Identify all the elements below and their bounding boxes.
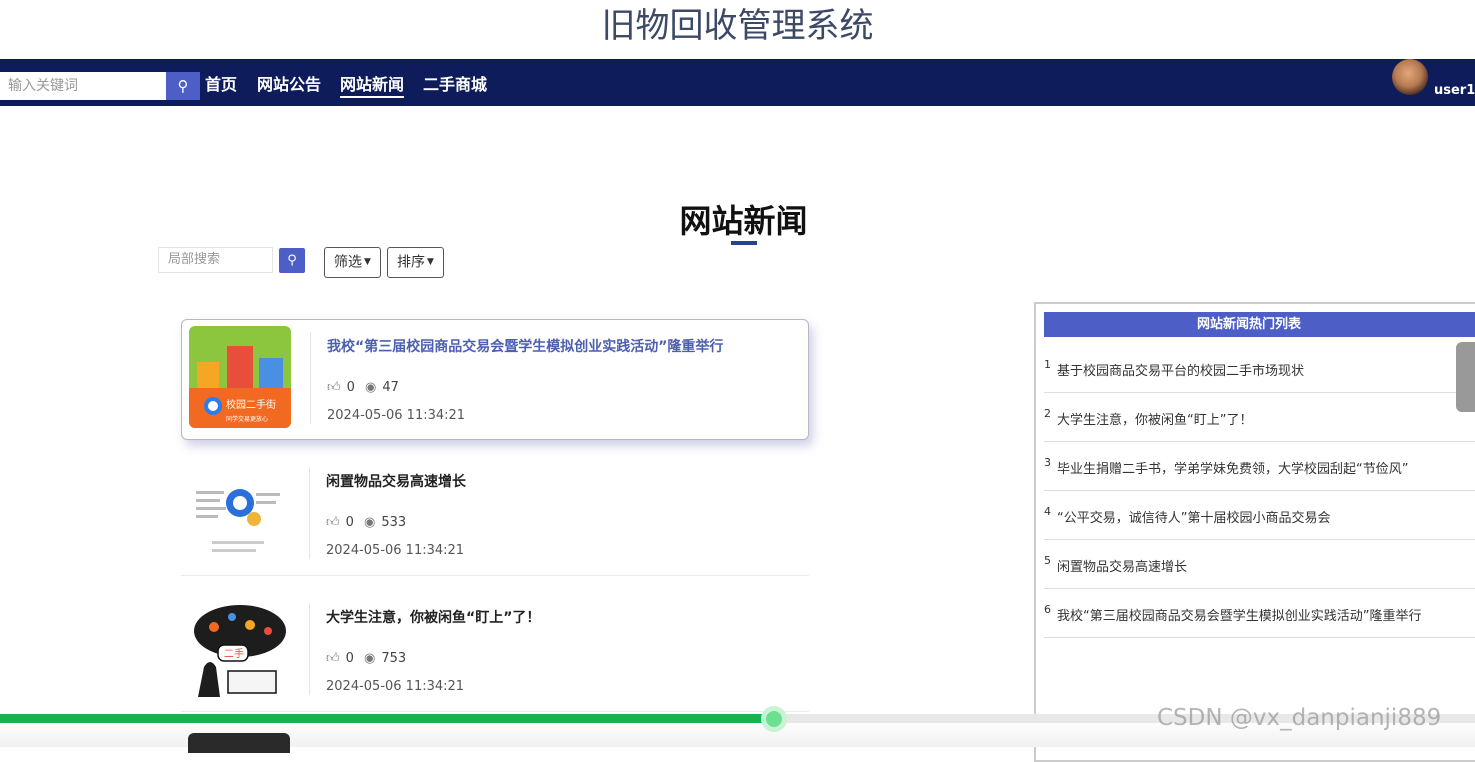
news-thumbnail-partial: [188, 733, 290, 753]
news-date: 2024-05-06 11:34:21: [326, 543, 465, 558]
eye-icon: ◉: [364, 515, 376, 530]
hot-rank: 5: [1044, 554, 1051, 567]
local-search-input[interactable]: 局部搜索: [158, 247, 273, 273]
news-thumbnail[interactable]: 校园二手街 同学交易更放心: [189, 326, 291, 428]
video-progress-handle[interactable]: [761, 706, 787, 732]
like-count: 0: [346, 380, 355, 395]
hot-news-item[interactable]: 2 大学生注意，你被闲鱼“盯上”了！: [1044, 393, 1475, 442]
news-title[interactable]: 闲置物品交易高速增长: [326, 471, 466, 491]
sort-label: 排序: [397, 254, 425, 271]
hot-news-item[interactable]: 6 我校“第三届校园商品交易会暨学生模拟创业实践活动”隆重举行: [1044, 589, 1475, 638]
news-title[interactable]: 我校“第三届校园商品交易会暨学生模拟创业实践活动”隆重举行: [327, 336, 723, 356]
news-card[interactable]: 闲置物品交易高速增长 👍︎ 0 ◉ 533 2024-05-06 11:34:21: [181, 455, 809, 576]
view-count: 753: [381, 651, 407, 666]
thumbs-up-icon[interactable]: 👍︎: [326, 515, 340, 530]
news-date: 2024-05-06 11:34:21: [327, 408, 466, 423]
nav-item-announcements[interactable]: 网站公告: [257, 74, 321, 98]
hot-news-item[interactable]: 5 闲置物品交易高速增长: [1044, 540, 1475, 589]
page-heading: 网站新闻: [679, 202, 808, 240]
hot-title[interactable]: 大学生注意，你被闲鱼“盯上”了！: [1057, 409, 1252, 428]
side-panel-toggle[interactable]: [1456, 342, 1475, 412]
eye-icon: ◉: [364, 651, 376, 666]
like-count: 0: [345, 515, 354, 530]
hot-news-item[interactable]: 3 毕业生捐赠二手书，学弟学妹免费领，大学校园刮起“节俭风”: [1044, 442, 1475, 491]
hot-title[interactable]: 毕业生捐赠二手书，学弟学妹免费领，大学校园刮起“节俭风”: [1057, 458, 1408, 477]
hot-news-panel: 网站新闻热门列表 1 基于校园商品交易平台的校园二手市场现状 2 大学生注意，你…: [1034, 302, 1475, 762]
nav-item-news[interactable]: 网站新闻: [340, 74, 405, 98]
thumb-sublabel: 同学交易更放心: [226, 415, 268, 423]
hot-rank: 2: [1044, 407, 1051, 420]
hot-news-item[interactable]: 1 基于校园商品交易平台的校园二手市场现状: [1044, 344, 1475, 393]
news-date: 2024-05-06 11:34:21: [326, 679, 465, 694]
filter-label: 筛选: [334, 254, 362, 271]
like-count: 0: [345, 651, 354, 666]
search-icon: ⚲: [287, 253, 297, 268]
thumb-label: 校园二手街: [226, 398, 276, 411]
card-divider: [309, 467, 310, 559]
hot-title[interactable]: 闲置物品交易高速增长: [1057, 556, 1187, 575]
view-count: 533: [381, 515, 407, 530]
view-count: 47: [382, 380, 399, 395]
search-button[interactable]: ⚲: [166, 72, 200, 100]
nav-item-market[interactable]: 二手商城: [423, 74, 487, 98]
thumbs-up-icon[interactable]: 👍︎: [327, 380, 341, 395]
news-card[interactable]: 二手 大学生注意，你被闲鱼“盯上”了！ 👍︎ 0 ◉ 753 2024-05-06 …: [181, 591, 809, 712]
thumb-tag: 二手: [224, 647, 244, 660]
site-title: 旧物回收管理系统: [601, 6, 874, 46]
hot-rank: 6: [1044, 603, 1051, 616]
hot-title[interactable]: 我校“第三届校园商品交易会暨学生模拟创业实践活动”隆重举行: [1057, 605, 1421, 624]
nav-item-home[interactable]: 首页: [205, 74, 237, 98]
search-input[interactable]: 输入关键词: [0, 72, 166, 100]
news-stats: 👍︎ 0 ◉ 533: [326, 515, 412, 530]
news-stats: 👍︎ 0 ◉ 47: [327, 380, 405, 395]
hot-rank: 1: [1044, 358, 1051, 371]
thumbs-up-icon[interactable]: 👍︎: [326, 651, 340, 666]
eye-icon: ◉: [365, 380, 377, 395]
news-thumbnail[interactable]: [188, 461, 290, 563]
hot-news-header: 网站新闻热门列表: [1044, 312, 1475, 337]
hot-title[interactable]: “公平交易，诚信待人”第十届校园小商品交易会: [1057, 507, 1330, 526]
sort-dropdown[interactable]: 排序 ▼: [387, 247, 444, 278]
video-progress-fill: [0, 714, 774, 723]
news-title[interactable]: 大学生注意，你被闲鱼“盯上”了！: [326, 607, 540, 627]
news-thumbnail[interactable]: 二手: [188, 597, 290, 699]
filter-dropdown[interactable]: 筛选 ▼: [324, 247, 381, 278]
card-divider: [309, 603, 310, 695]
caret-down-icon: ▼: [364, 257, 371, 267]
hot-rank: 3: [1044, 456, 1051, 469]
user-name[interactable]: user1: [1434, 83, 1475, 98]
card-divider: [310, 332, 311, 424]
hot-news-item[interactable]: 4 “公平交易，诚信待人”第十届校园小商品交易会: [1044, 491, 1475, 540]
hot-rank: 4: [1044, 505, 1051, 518]
news-card[interactable]: 校园二手街 同学交易更放心 我校“第三届校园商品交易会暨学生模拟创业实践活动”隆…: [181, 319, 809, 440]
top-navbar: 输入关键词 ⚲ 首页 网站公告 网站新闻 二手商城 user1: [0, 59, 1475, 106]
local-search-button[interactable]: ⚲: [279, 248, 305, 273]
news-stats: 👍︎ 0 ◉ 753: [326, 651, 412, 666]
watermark: CSDN @vx_danpianji889: [1157, 705, 1442, 731]
hot-title[interactable]: 基于校园商品交易平台的校园二手市场现状: [1057, 360, 1304, 379]
caret-down-icon: ▼: [427, 257, 434, 267]
avatar[interactable]: [1392, 59, 1428, 95]
heading-underline: [731, 241, 757, 245]
search-icon: ⚲: [177, 77, 189, 95]
